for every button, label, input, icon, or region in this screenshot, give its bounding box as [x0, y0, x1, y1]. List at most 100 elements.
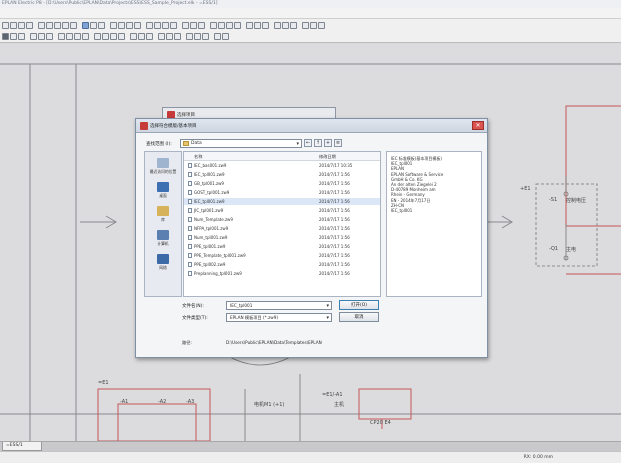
desktop-icon [157, 182, 169, 192]
place-desktop[interactable]: 桌面 [145, 182, 181, 199]
symbol-icon[interactable] [146, 21, 153, 29]
copy-format-icon[interactable] [30, 33, 37, 40]
arrow-icon[interactable] [2, 33, 9, 40]
filename-input[interactable]: IEC_tpl001 ▾ [226, 301, 332, 310]
up-folder-button[interactable]: ↑ [314, 139, 322, 147]
save-icon[interactable] [18, 21, 25, 29]
file-row[interactable]: PPE_tpl001.zw9 2014/7/17 1:56 [184, 243, 380, 250]
rectangle-icon[interactable] [226, 21, 233, 29]
file-row[interactable]: PPE_Template_tpl001.zw9 2014/7/17 1:56 [184, 252, 380, 259]
ortho-icon[interactable] [262, 21, 269, 29]
place-network[interactable]: 网络 [145, 254, 181, 271]
mirror-icon[interactable] [46, 33, 53, 40]
file-row[interactable]: Num_Template.zw9 2014/7/17 1:56 [184, 216, 380, 223]
layer-icon[interactable] [186, 33, 193, 40]
line-icon[interactable] [218, 21, 225, 29]
rotate-icon[interactable] [38, 33, 45, 40]
hyperlink-icon[interactable] [166, 33, 173, 40]
text-icon[interactable] [210, 21, 217, 29]
new-icon[interactable] [2, 21, 9, 29]
cable-icon[interactable] [170, 21, 177, 29]
file-row[interactable]: IEC_tpl001.zw9 2014/7/17 1:56 [184, 171, 380, 178]
print-icon[interactable] [26, 21, 33, 29]
file-row[interactable]: GB_tpl001.zw9 2014/7/17 1:56 [184, 180, 380, 187]
report-icon[interactable] [302, 21, 309, 29]
page-icon[interactable] [82, 21, 89, 29]
check-icon[interactable] [310, 21, 317, 29]
file-date: 2014/7/17 10:35 [319, 163, 353, 168]
new-folder-button[interactable]: + [324, 139, 332, 147]
file-row[interactable]: Num_tpl001.zw9 2014/7/17 1:56 [184, 234, 380, 241]
page-next-icon[interactable] [98, 21, 105, 29]
terminal-icon[interactable] [162, 21, 169, 29]
menu-bar[interactable] [0, 8, 621, 19]
zoom-in-icon[interactable] [110, 21, 117, 29]
jump-icon[interactable] [110, 33, 117, 40]
undo-icon[interactable] [38, 21, 45, 29]
zoom-fit-icon[interactable] [134, 21, 141, 29]
place-libraries[interactable]: 库 [145, 206, 181, 223]
page-tab[interactable]: =ESS/1 [2, 442, 42, 451]
drawing-toolbar [0, 31, 621, 43]
file-row[interactable]: NFPA_tpl001.zw9 2014/7/17 1:56 [184, 225, 380, 232]
file-row[interactable]: IEC_tpl001.zw9 2014/7/17 1:56 [184, 198, 380, 205]
file-row[interactable]: IEC_bas001.zw9 2014/7/17 10:35 [184, 162, 380, 169]
filter-icon[interactable] [194, 33, 201, 40]
place-recent[interactable]: 最近访问的位置 [145, 158, 181, 175]
label-a1: -A1 [120, 399, 129, 405]
open-button[interactable]: 打开(O) [339, 300, 379, 310]
redo-icon[interactable] [46, 21, 53, 29]
view-menu-button[interactable]: ≡ [334, 139, 342, 147]
move-icon[interactable] [18, 33, 25, 40]
file-date: 2014/7/17 1:56 [319, 244, 350, 249]
filetype-select[interactable]: EPLAN 模板项目 (*.zw9) ▾ [226, 313, 332, 322]
file-row[interactable]: Preplanning_tpl001.zw9 2014/7/17 1:56 [184, 270, 380, 277]
back-button[interactable]: ← [304, 139, 312, 147]
window-icon[interactable] [214, 33, 221, 40]
connection-icon[interactable] [154, 21, 161, 29]
cut-icon[interactable] [54, 21, 61, 29]
motor-icon[interactable] [82, 33, 89, 40]
help-icon[interactable] [318, 21, 325, 29]
page-prev-icon[interactable] [90, 21, 97, 29]
open-icon[interactable] [10, 21, 17, 29]
main-toolbar [0, 19, 621, 31]
zoom-window-icon[interactable] [126, 21, 133, 29]
device-icon[interactable] [190, 21, 197, 29]
contact-nc-icon[interactable] [66, 33, 73, 40]
properties-icon[interactable] [274, 21, 281, 29]
grid-icon[interactable] [246, 21, 253, 29]
circle-icon[interactable] [234, 21, 241, 29]
look-in-select[interactable]: Data ▾ [180, 139, 302, 148]
interruption-icon[interactable] [118, 33, 125, 40]
pointer-icon[interactable] [10, 33, 17, 40]
dimension-icon[interactable] [158, 33, 165, 40]
file-row[interactable]: GOST_tpl001.zw9 2014/7/17 1:56 [184, 189, 380, 196]
corner-icon[interactable] [94, 33, 101, 40]
macro-icon[interactable] [198, 21, 205, 29]
structure-box-icon[interactable] [138, 33, 145, 40]
file-row[interactable]: PPE_tpl002.zw9 2014/7/17 1:56 [184, 261, 380, 268]
image-icon[interactable] [174, 33, 181, 40]
column-date[interactable]: 修改日期 [319, 154, 336, 160]
paste-icon[interactable] [70, 21, 77, 29]
file-list[interactable]: 名称 修改日期 IEC_bas001.zw9 2014/7/17 10:35 IEC… [183, 151, 381, 297]
column-name[interactable]: 名称 [194, 154, 202, 160]
cancel-button[interactable]: 取消 [339, 312, 379, 322]
t-node-icon[interactable] [102, 33, 109, 40]
plc-icon[interactable] [182, 21, 189, 29]
contact-no-icon[interactable] [58, 33, 65, 40]
close-button[interactable]: ✕ [472, 121, 484, 130]
copy-icon[interactable] [62, 21, 69, 29]
coil-icon[interactable] [74, 33, 81, 40]
potential-icon[interactable] [146, 33, 153, 40]
tile-icon[interactable] [222, 33, 229, 40]
snap-icon[interactable] [254, 21, 261, 29]
place-computer[interactable]: 计算机 [145, 230, 181, 247]
zoom-out-icon[interactable] [118, 21, 125, 29]
parts-icon[interactable] [290, 21, 297, 29]
search-icon[interactable] [202, 33, 209, 40]
black-box-icon[interactable] [130, 33, 137, 40]
navigator-icon[interactable] [282, 21, 289, 29]
file-row[interactable]: JIC_tpl001.zw9 2014/7/17 1:56 [184, 207, 380, 214]
